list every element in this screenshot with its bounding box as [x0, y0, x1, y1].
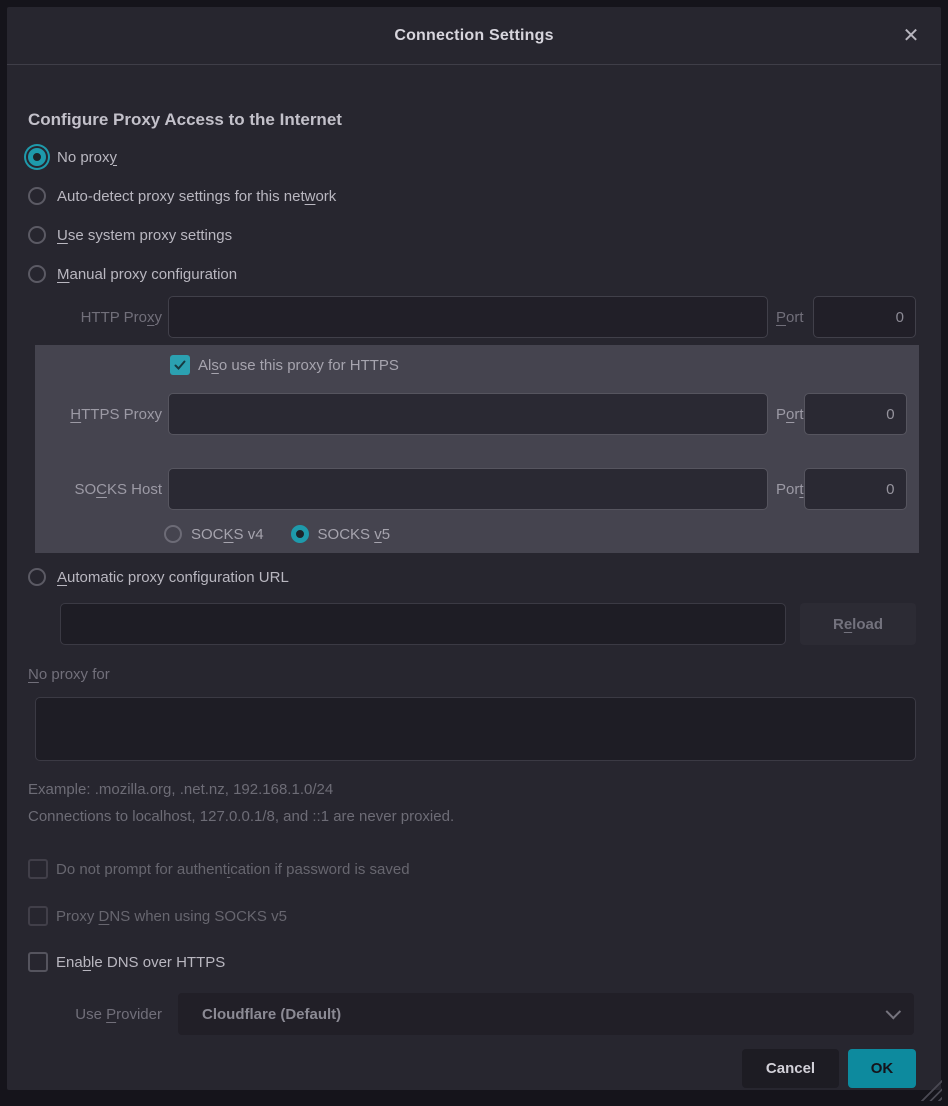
- radio-socks-v4[interactable]: [164, 525, 182, 543]
- no-proxy-note-text: Connections to localhost, 127.0.0.1/8, a…: [28, 808, 916, 830]
- dialog-title: Connection Settings: [394, 27, 553, 45]
- dialog-titlebar: Connection Settings ✕: [7, 7, 941, 65]
- highlighted-panel: Also use this proxy for HTTPS HTTPS Prox…: [35, 345, 919, 553]
- https-proxy-row: HTTPS Proxy Port: [35, 393, 897, 435]
- provider-label: Use Provider: [28, 1006, 168, 1023]
- radio-no-proxy-label: No proxy: [57, 149, 117, 166]
- doh-checkbox[interactable]: [28, 952, 48, 972]
- http-proxy-row: HTTP Proxy Port: [28, 296, 916, 338]
- radio-autoconfig-label: Automatic proxy configuration URL: [57, 569, 289, 586]
- socks-host-row: SOCKS Host Port: [35, 468, 897, 510]
- close-icon: ✕: [903, 23, 920, 48]
- https-proxy-label: HTTPS Proxy: [35, 406, 168, 423]
- provider-dropdown[interactable]: Cloudflare (Default): [178, 993, 914, 1035]
- radio-autoconfig[interactable]: [28, 568, 46, 586]
- http-proxy-input[interactable]: [168, 296, 768, 338]
- socks-version-row: SOCKS v4 SOCKS v5: [164, 522, 897, 546]
- option-row-doh[interactable]: Enable DNS over HTTPS: [28, 950, 916, 974]
- radio-auto-detect-label: Auto-detect proxy settings for this netw…: [57, 188, 336, 205]
- option-row-proxy-dns[interactable]: Proxy DNS when using SOCKS v5: [28, 904, 916, 928]
- option-row-no-auth-prompt[interactable]: Do not prompt for authentication if pass…: [28, 857, 916, 881]
- https-port-label: Port: [776, 406, 804, 423]
- radio-row-auto-detect[interactable]: Auto-detect proxy settings for this netw…: [28, 184, 916, 208]
- close-button[interactable]: ✕: [895, 20, 927, 52]
- dialog-content: Configure Proxy Access to the Internet N…: [7, 65, 941, 1090]
- radio-socks-v5-label: SOCKS v5: [318, 526, 391, 543]
- no-auth-prompt-checkbox[interactable]: [28, 859, 48, 879]
- provider-row: Use Provider Cloudflare (Default): [28, 993, 916, 1035]
- chevron-down-icon: [886, 1003, 902, 1019]
- no-proxy-for-textarea[interactable]: [35, 697, 916, 761]
- radio-row-manual-proxy[interactable]: Manual proxy configuration: [28, 262, 916, 286]
- reload-button[interactable]: Reload: [800, 603, 916, 645]
- connection-settings-dialog: Connection Settings ✕ Configure Proxy Ac…: [7, 7, 941, 1090]
- cancel-button[interactable]: Cancel: [742, 1049, 839, 1088]
- radio-socks-v5[interactable]: [291, 525, 309, 543]
- https-proxy-input[interactable]: [168, 393, 768, 435]
- also-https-checkbox[interactable]: [170, 355, 190, 375]
- socks-host-input[interactable]: [168, 468, 768, 510]
- radio-row-no-proxy[interactable]: No proxy: [28, 145, 916, 169]
- radio-socks-v4-label: SOCKS v4: [191, 526, 264, 543]
- http-port-input[interactable]: [813, 296, 916, 338]
- radio-row-system-proxy[interactable]: Use system proxy settings: [28, 223, 916, 247]
- radio-row-autoconfig[interactable]: Automatic proxy configuration URL: [28, 565, 916, 589]
- http-proxy-label: HTTP Proxy: [28, 309, 168, 326]
- also-https-label: Also use this proxy for HTTPS: [198, 357, 399, 374]
- proxy-dns-checkbox[interactable]: [28, 906, 48, 926]
- socks-port-input[interactable]: [804, 468, 907, 510]
- provider-dropdown-value: Cloudflare (Default): [202, 1006, 341, 1023]
- http-port-label: Port: [776, 309, 804, 326]
- radio-system-proxy[interactable]: [28, 226, 46, 244]
- also-https-row[interactable]: Also use this proxy for HTTPS: [170, 353, 897, 377]
- no-auth-prompt-label: Do not prompt for authentication if pass…: [56, 861, 410, 878]
- check-icon: [173, 358, 187, 372]
- socks-port-label: Port: [776, 481, 804, 498]
- https-port-input[interactable]: [804, 393, 907, 435]
- no-proxy-for-label: No proxy for: [28, 666, 916, 688]
- doh-label: Enable DNS over HTTPS: [56, 954, 225, 971]
- radio-no-proxy[interactable]: [28, 148, 46, 166]
- autoconfig-url-row: Reload: [28, 603, 916, 645]
- radio-auto-detect[interactable]: [28, 187, 46, 205]
- radio-manual-proxy[interactable]: [28, 265, 46, 283]
- ok-button[interactable]: OK: [848, 1049, 916, 1088]
- socks-host-label: SOCKS Host: [35, 481, 168, 498]
- radio-manual-proxy-label: Manual proxy configuration: [57, 266, 237, 283]
- no-proxy-example-text: Example: .mozilla.org, .net.nz, 192.168.…: [28, 781, 916, 803]
- autoconfig-url-input[interactable]: [60, 603, 786, 645]
- proxy-dns-label: Proxy DNS when using SOCKS v5: [56, 908, 287, 925]
- dialog-footer: Cancel OK: [28, 1049, 916, 1088]
- radio-system-proxy-label: Use system proxy settings: [57, 227, 232, 244]
- page-title: Configure Proxy Access to the Internet: [28, 110, 916, 130]
